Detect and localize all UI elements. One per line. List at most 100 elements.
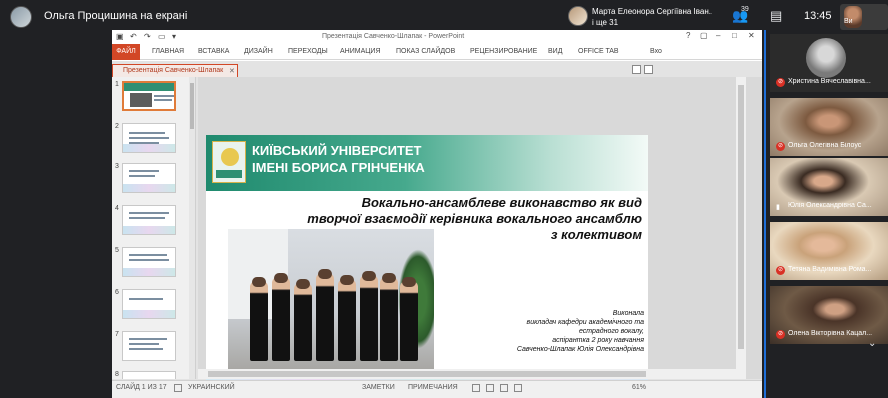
customize-qat-icon[interactable]: ▾ — [172, 32, 176, 41]
meeting-window: Ольга Процишина на екрані Марта Елеонора… — [0, 0, 888, 398]
participant-tile[interactable]: ▮ Юлія Олександрівна Са... — [770, 158, 888, 216]
thumb-flourish — [123, 184, 175, 192]
thumb-line — [129, 254, 167, 256]
thumb-number: 4 — [115, 205, 119, 212]
credits-line: Виконала — [612, 310, 644, 317]
normal-view-icon[interactable] — [472, 384, 480, 392]
participant-tile[interactable]: ⊘ Ольга Олегівна Білоус — [770, 98, 888, 156]
close-icon[interactable]: ✕ — [748, 31, 755, 40]
participant-name: Христина Вячеславівна... — [788, 78, 871, 85]
redo-icon[interactable]: ↷ — [144, 32, 151, 41]
document-tab-close-icon[interactable]: ✕ — [229, 67, 235, 75]
thumb-line — [129, 259, 169, 261]
thumb-line — [129, 298, 163, 300]
slide-header-band: КИЇВСЬКИЙ УНІВЕРСИТЕТ ІМЕНІ БОРИСА ГРІНЧ… — [206, 135, 648, 191]
thumb-number: 1 — [115, 81, 119, 88]
speaker-more: і ще 31 — [592, 18, 619, 27]
save-icon[interactable]: ▣ — [116, 32, 124, 41]
photo-person-hair — [402, 277, 416, 287]
ensemble-photo — [228, 229, 434, 369]
spellcheck-icon[interactable] — [174, 384, 182, 392]
speaker-name: Марта Елеонора Сергіївна Іван... — [592, 7, 712, 16]
ribbon-display-icon[interactable]: ▢ — [700, 31, 708, 40]
start-slideshow-icon[interactable]: ▭ — [158, 32, 166, 41]
sign-in-link[interactable]: Вхо — [650, 48, 662, 55]
tab-slideshow[interactable]: ПОКАЗ СЛАЙДОВ — [396, 48, 455, 55]
tab-design[interactable]: ДИЗАЙН — [244, 48, 273, 55]
mic-off-icon: ⊘ — [776, 142, 785, 151]
tab-transitions[interactable]: ПЕРЕХОДЫ — [288, 48, 328, 55]
canvas-hscroll-thumb[interactable] — [208, 371, 646, 377]
chevron-down-icon[interactable]: ⌄ — [868, 338, 876, 349]
thumb-line — [129, 175, 155, 177]
undo-icon[interactable]: ↶ — [130, 32, 137, 41]
help-icon[interactable]: ? — [686, 31, 690, 40]
thumb-line — [129, 338, 167, 340]
thumb-line — [129, 343, 159, 345]
thumbnails-scroll-thumb[interactable] — [190, 83, 194, 129]
mic-off-icon: ⊘ — [776, 330, 785, 339]
zoom-level[interactable]: 61% — [632, 384, 646, 391]
slide-thumbnail-2[interactable] — [122, 123, 176, 153]
chat-icon[interactable]: ▤ — [770, 8, 782, 24]
thumb-number: 5 — [115, 247, 119, 254]
slide-canvas: КИЇВСЬКИЙ УНІВЕРСИТЕТ ІМЕНІ БОРИСА ГРІНЧ… — [198, 77, 762, 385]
credits-line: Савченко-Шлапак Юлія Олександрівна — [516, 346, 644, 353]
screen-share-indicator — [764, 30, 766, 398]
photo-person — [250, 277, 268, 361]
comments-button[interactable]: ПРИМЕЧАНИЯ — [408, 384, 458, 391]
slide-thumbnail-1[interactable] — [122, 81, 176, 111]
credits-line: аспірантка 2 року навчання — [552, 337, 644, 344]
tab-animations[interactable]: АНИМАЦИЯ — [340, 48, 381, 55]
tab-review[interactable]: РЕЦЕНЗИРОВАНИЕ — [470, 48, 537, 55]
slide-thumbnail-8[interactable] — [122, 371, 176, 379]
slide-thumbnail-4[interactable] — [122, 205, 176, 235]
minimize-icon[interactable]: – — [716, 31, 720, 40]
slide-sorter-icon[interactable] — [486, 384, 494, 392]
thumb-number: 7 — [115, 331, 119, 338]
slide-thumbnail-5[interactable] — [122, 247, 176, 277]
document-tab[interactable]: Презентація Савченко-Шлапак ✕ — [112, 64, 238, 77]
slide-thumbnail-3[interactable] — [122, 163, 176, 193]
thumbnails-scrollbar[interactable] — [189, 77, 195, 379]
mic-off-icon: ⊘ — [776, 78, 785, 87]
maximize-icon[interactable]: □ — [732, 31, 737, 40]
canvas-horizontal-scrollbar[interactable] — [198, 369, 736, 379]
participant-tile[interactable]: ⊘ Олена Вікторівна Кацал... — [770, 286, 888, 344]
photo-person — [360, 271, 378, 361]
ppt-window-title: Презентація Савченко-Шлапак - PowerPoint — [322, 33, 465, 40]
slide-thumbnail-6[interactable] — [122, 289, 176, 319]
meeting-top-bar: Ольга Процишина на екрані Марта Елеонора… — [0, 0, 888, 32]
thumb-line — [129, 217, 165, 219]
speaker-avatar — [568, 6, 588, 26]
participant-tile[interactable]: ⊘ Тетяна Вадимівна Рома... — [770, 222, 888, 280]
tab-view[interactable]: ВИД — [548, 48, 562, 55]
slide-thumbnail-7[interactable] — [122, 331, 176, 361]
thumb-number: 3 — [115, 163, 119, 170]
notes-button[interactable]: ЗАМЕТКИ — [362, 384, 395, 391]
self-label: Ви — [844, 18, 853, 25]
self-view[interactable]: Ви — [840, 4, 888, 30]
thumb-number: 6 — [115, 289, 119, 296]
tab-home[interactable]: ГЛАВНАЯ — [152, 48, 184, 55]
participant-tile[interactable]: ⊘ Христина Вячеславівна... — [770, 34, 888, 92]
canvas-vertical-scrollbar[interactable] — [736, 77, 746, 379]
active-speaker[interactable]: Марта Елеонора Сергіївна Іван... і ще 31 — [566, 4, 716, 30]
tab-menu-icon[interactable] — [644, 65, 653, 74]
tab-file[interactable]: ФАЙЛ — [112, 44, 140, 60]
slideshow-view-icon[interactable] — [514, 384, 522, 392]
photo-person-hair — [362, 271, 376, 281]
photo-person-hair — [296, 279, 310, 289]
current-slide[interactable]: КИЇВСЬКИЙ УНІВЕРСИТЕТ ІМЕНІ БОРИСА ГРІНЧ… — [206, 135, 648, 385]
language-indicator[interactable]: УКРАИНСКИЙ — [188, 384, 235, 391]
canvas-vscroll-thumb[interactable] — [738, 85, 744, 349]
participant-avatar — [806, 38, 846, 78]
credits-line: викладач кафедри академічного та — [526, 319, 644, 326]
new-document-icon[interactable] — [632, 65, 641, 74]
crest-base — [216, 170, 242, 178]
thumb-photo — [130, 93, 152, 107]
tab-insert[interactable]: ВСТАВКА — [198, 48, 229, 55]
reading-view-icon[interactable] — [500, 384, 508, 392]
mic-off-icon: ⊘ — [776, 266, 785, 275]
tab-office-tab[interactable]: OFFICE TAB — [578, 48, 619, 55]
